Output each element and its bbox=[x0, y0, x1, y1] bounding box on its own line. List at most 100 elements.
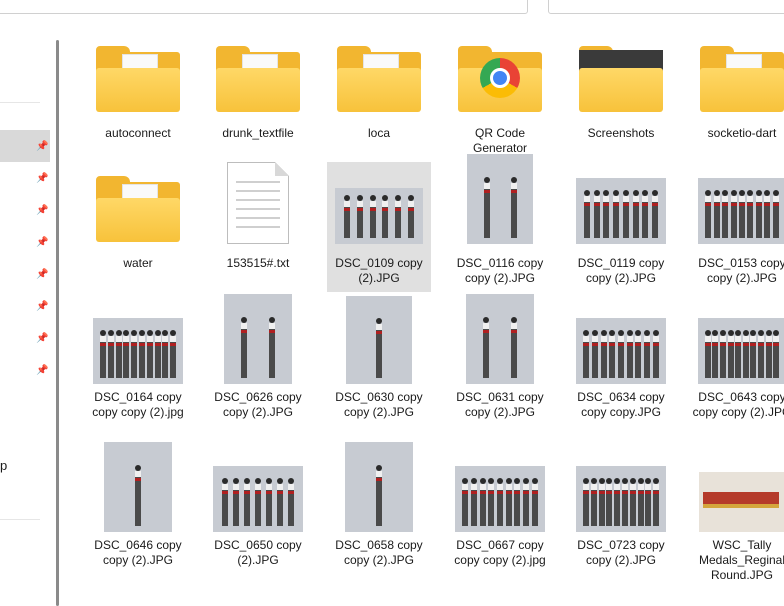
file-item[interactable]: 153515#.txt bbox=[206, 162, 310, 292]
file-thumbnail bbox=[448, 292, 552, 384]
file-name: DSC_0116 copy copy (2).JPG bbox=[456, 256, 544, 285]
person-head bbox=[652, 329, 659, 336]
red-sash bbox=[531, 490, 538, 494]
search-box[interactable] bbox=[548, 0, 784, 14]
nav-scrollbar[interactable] bbox=[56, 40, 59, 606]
file-thumbnail bbox=[569, 440, 673, 532]
person-head bbox=[772, 189, 779, 196]
file-item[interactable]: DSC_0667 copy copy copy (2).jpg bbox=[448, 440, 552, 600]
red-sash bbox=[603, 202, 610, 206]
red-sash bbox=[99, 342, 106, 346]
file-item[interactable]: DSC_0643 copy copy copy (2).JPG bbox=[690, 292, 784, 440]
person-head bbox=[369, 195, 376, 202]
red-sash bbox=[135, 477, 141, 481]
person-head bbox=[505, 477, 512, 484]
red-sash bbox=[750, 342, 757, 346]
person-head bbox=[644, 329, 650, 336]
red-sash bbox=[747, 202, 754, 206]
file-name: DSC_0646 copy copy (2).JPG bbox=[94, 538, 182, 567]
pin-icon: 📌 bbox=[36, 237, 49, 248]
red-sash bbox=[758, 342, 764, 346]
file-item[interactable]: DSC_0153 copy copy (2).JPG bbox=[690, 162, 784, 292]
file-item[interactable]: Screenshots bbox=[569, 32, 673, 170]
file-item[interactable]: QR Code Generator bbox=[448, 32, 552, 170]
file-thumbnail bbox=[690, 292, 784, 384]
person-head bbox=[146, 329, 153, 336]
person-head bbox=[720, 329, 726, 336]
file-name: DSC_0626 copy copy (2).JPG bbox=[214, 390, 302, 419]
file-thumbnail bbox=[327, 162, 431, 244]
file-name: DSC_0630 copy copy (2).JPG bbox=[335, 390, 423, 419]
text-line bbox=[236, 190, 280, 192]
photo-thumbnail bbox=[576, 466, 666, 532]
person-head bbox=[621, 477, 628, 484]
person-head bbox=[255, 477, 261, 484]
red-sash bbox=[266, 490, 273, 494]
file-item[interactable]: DSC_0723 copy copy (2).JPG bbox=[569, 440, 673, 600]
person-head bbox=[407, 195, 414, 202]
file-thumbnail bbox=[569, 162, 673, 244]
file-item[interactable]: DSC_0119 copy copy (2).JPG bbox=[569, 162, 673, 292]
gold-medals bbox=[703, 504, 779, 508]
red-sash bbox=[243, 490, 250, 494]
file-item[interactable]: DSC_0646 copy copy (2).JPG bbox=[86, 440, 190, 600]
file-item[interactable]: DSC_0650 copy (2).JPG bbox=[206, 440, 310, 600]
file-thumbnail bbox=[86, 440, 190, 532]
red-sash bbox=[115, 342, 122, 346]
person-head bbox=[758, 329, 764, 336]
file-thumbnail bbox=[569, 292, 673, 384]
person-head bbox=[713, 189, 720, 196]
red-sash bbox=[755, 202, 762, 206]
red-sash bbox=[232, 490, 239, 494]
file-item[interactable]: DSC_0630 copy copy (2).JPG bbox=[327, 292, 431, 440]
red-sash bbox=[483, 189, 490, 193]
file-item[interactable]: water bbox=[86, 162, 190, 292]
person-figure bbox=[395, 201, 401, 238]
folder-front bbox=[216, 68, 300, 112]
person-head bbox=[742, 329, 749, 336]
red-sash bbox=[462, 490, 469, 494]
file-item[interactable]: DSC_0634 copy copy copy.JPG bbox=[569, 292, 673, 440]
photo-thumbnail bbox=[335, 188, 423, 244]
file-item[interactable]: socketio-dart bbox=[690, 32, 784, 170]
file-item[interactable]: DSC_0116 copy copy (2).JPG bbox=[448, 154, 552, 292]
red-sash bbox=[483, 329, 489, 333]
address-bar[interactable] bbox=[0, 0, 528, 14]
person-head bbox=[727, 329, 734, 336]
pin-icon: 📌 bbox=[36, 269, 49, 280]
person-figure bbox=[369, 201, 376, 238]
file-item[interactable]: WSC_Tally Medals_Reginal Round.JPG bbox=[690, 440, 784, 600]
red-sash bbox=[376, 477, 382, 481]
person-head bbox=[600, 329, 607, 336]
file-item[interactable]: DSC_0631 copy copy (2).JPG bbox=[448, 292, 552, 440]
person-head bbox=[523, 477, 529, 484]
person-head bbox=[138, 329, 145, 336]
nav-item-label[interactable]: p bbox=[0, 458, 7, 473]
file-thumbnail bbox=[206, 292, 310, 384]
file-name: WSC_Tally Medals_Reginal Round.JPG bbox=[698, 538, 784, 582]
file-item[interactable]: DSC_0626 copy copy (2).JPG bbox=[206, 292, 310, 440]
person-head bbox=[593, 189, 600, 196]
person-head bbox=[131, 329, 138, 336]
file-name: DSC_0650 copy (2).JPG bbox=[214, 538, 302, 567]
person-head bbox=[590, 477, 597, 484]
file-item[interactable]: DSC_0658 copy copy (2).JPG bbox=[327, 440, 431, 600]
text-line bbox=[236, 199, 280, 201]
text-line bbox=[236, 217, 280, 219]
folder-front bbox=[96, 68, 180, 112]
file-item[interactable]: loca bbox=[327, 32, 431, 170]
file-item[interactable]: autoconnect bbox=[86, 32, 190, 170]
file-thumbnail bbox=[690, 440, 784, 532]
red-sash bbox=[146, 342, 153, 346]
red-sash bbox=[170, 342, 177, 346]
file-thumbnail bbox=[327, 32, 431, 114]
person-head bbox=[531, 477, 538, 484]
person-head bbox=[705, 189, 712, 196]
file-item[interactable]: drunk_textfile bbox=[206, 32, 310, 170]
red-sash bbox=[622, 202, 629, 206]
file-item[interactable]: DSC_0109 copy (2).JPG bbox=[327, 162, 431, 292]
red-sash bbox=[590, 490, 597, 494]
person-head bbox=[632, 189, 639, 196]
red-sash bbox=[626, 342, 633, 346]
file-item[interactable]: DSC_0164 copy copy copy (2).jpg bbox=[86, 292, 190, 440]
